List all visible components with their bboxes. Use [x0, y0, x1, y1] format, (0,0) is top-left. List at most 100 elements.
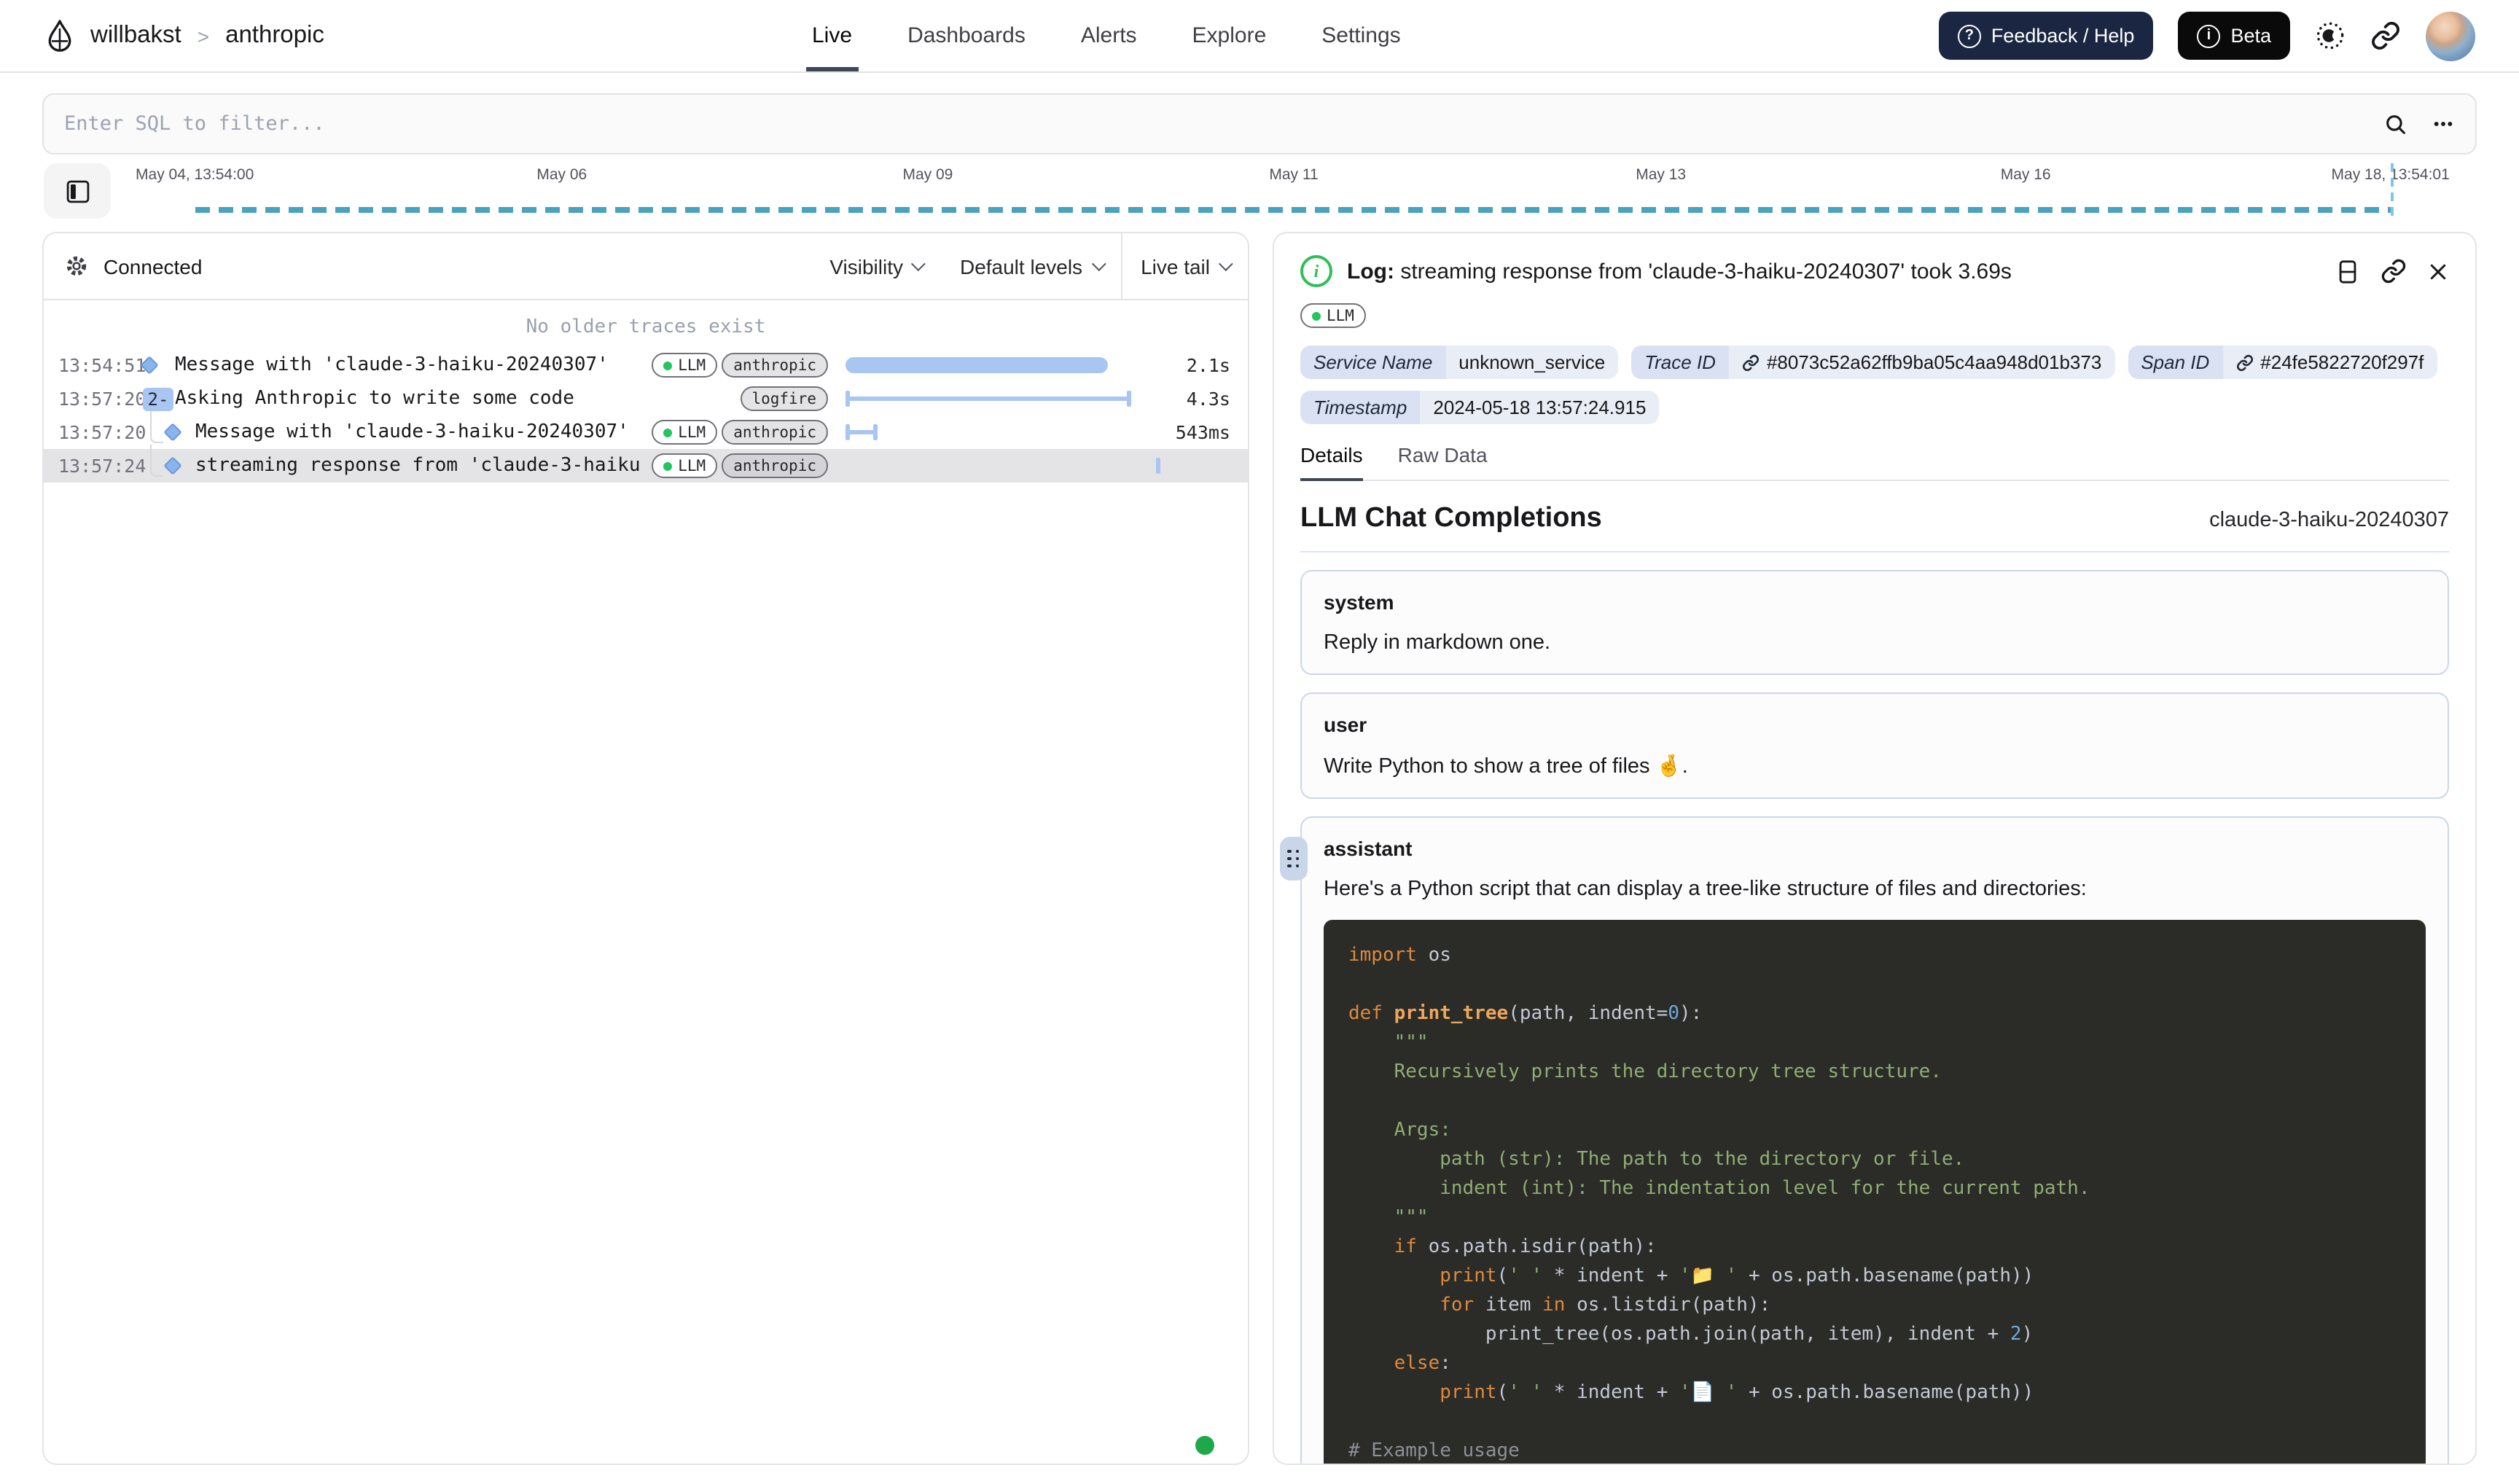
detail-kind: Log: [1347, 259, 1394, 284]
copy-link-icon[interactable] [2381, 258, 2407, 284]
more-options-icon[interactable] [2432, 112, 2455, 136]
feedback-help-button[interactable]: ? Feedback / Help [1939, 12, 2154, 60]
user-avatar[interactable] [2426, 11, 2475, 60]
tag-anthropic: anthropic [722, 353, 828, 378]
model-name: claude-3-haiku-20240307 [2209, 509, 2449, 532]
code-token: print_tree(os.path.join(path, item), ind… [1348, 1324, 2010, 1346]
timeline-tick: May 16 [2001, 166, 2051, 184]
code-token: 2 [2010, 1324, 2022, 1346]
trace-row[interactable]: 13:54:51Message with 'claude-3-haiku-202… [44, 348, 1248, 382]
visibility-dropdown[interactable]: Visibility [811, 233, 941, 299]
tab-settings[interactable]: Settings [1321, 0, 1400, 71]
sidebar-toggle-button[interactable] [44, 163, 111, 219]
breadcrumb-project[interactable]: anthropic [225, 22, 324, 50]
span-diamond-icon [163, 423, 181, 441]
code-token: ): [1679, 1003, 1702, 1025]
code-token: * indent + [1542, 1382, 1679, 1404]
timeline-tick: May 13 [1636, 166, 1686, 184]
tab-alerts[interactable]: Alerts [1081, 0, 1137, 71]
timeline-tick-label: May 16 [2001, 166, 2051, 184]
span-diamond-icon [140, 356, 158, 374]
code-token: '📁 ' [1679, 1265, 1737, 1287]
code-token: import [1348, 945, 1417, 966]
meta-chip-value[interactable]: #24fe5822720f297f [2222, 345, 2437, 379]
code-token: print_tree [1394, 1003, 1509, 1025]
code-token: + os.path.basename(path)) [1737, 1265, 2034, 1287]
question-icon: ? [1958, 24, 1981, 47]
code-token: 0 [1668, 1003, 1679, 1025]
collapse-toggle[interactable]: 2- [143, 387, 173, 410]
llm-dot-icon [1312, 311, 1321, 320]
info-icon: i [2197, 24, 2220, 47]
duration-bar [845, 430, 878, 434]
feedback-help-label: Feedback / Help [1991, 25, 2135, 47]
share-link-icon[interactable] [2370, 20, 2401, 51]
code-token [1348, 1236, 1394, 1258]
detail-tab-details[interactable]: Details [1300, 443, 1363, 480]
meta-chip-trace-id: Trace ID#8073c52a62ffb9ba05c4aa948d01b37… [1631, 345, 2114, 379]
live-tail-dropdown[interactable]: Live tail [1122, 233, 1248, 299]
detail-panel: i Log: streaming response from 'claude-3… [1273, 232, 2477, 1465]
section-title: LLM Chat Completions [1300, 503, 1602, 535]
sql-filter-input[interactable] [64, 112, 2383, 136]
tab-dashboards[interactable]: Dashboards [907, 0, 1026, 71]
code-token: def [1348, 1003, 1383, 1025]
tag-anthropic: anthropic [722, 453, 828, 478]
code-token: : [1440, 1353, 1451, 1375]
duration-bar [1157, 458, 1161, 474]
trace-timestamp: 13:57:20 [44, 421, 137, 443]
link-icon [1742, 354, 1760, 371]
chevron-down-icon [1219, 257, 1233, 271]
duration-bar-track [843, 382, 1166, 415]
logfire-logo-icon[interactable] [44, 18, 76, 53]
code-token: Recursively prints the directory tree st… [1348, 1061, 1942, 1083]
tab-live[interactable]: Live [812, 0, 852, 71]
nav-tabs: Live Dashboards Alerts Explore Settings [812, 0, 1401, 71]
trace-row[interactable]: 13:57:202-Asking Anthropic to write some… [44, 382, 1248, 415]
trace-row[interactable]: 13:57:24streaming response from 'claude-… [44, 449, 1248, 483]
detail-tab-raw-data[interactable]: Raw Data [1398, 443, 1488, 480]
code-token [1383, 1003, 1394, 1025]
code-token: if [1394, 1236, 1417, 1258]
message-card-user: user Write Python to show a tree of files… [1300, 692, 2449, 799]
message-role: assistant [1324, 837, 2426, 860]
default-levels-dropdown[interactable]: Default levels [941, 233, 1120, 299]
chevron-down-icon [1091, 257, 1106, 271]
meta-chip-service-name: Service Nameunknown_service [1300, 345, 1618, 379]
meta-chip-value[interactable]: #8073c52a62ffb9ba05c4aa948d01b373 [1729, 345, 2114, 379]
trace-label: Message with 'claude-3-haiku-20240307' [175, 354, 643, 376]
detail-header: i Log: streaming response from 'claude-3… [1300, 255, 2449, 287]
search-icon[interactable] [2383, 112, 2408, 136]
code-token: ' ' [1508, 1382, 1542, 1404]
timeline-cursor[interactable] [2391, 163, 2394, 216]
beta-button[interactable]: i Beta [2178, 12, 2290, 60]
duration-bar-track [843, 449, 1166, 483]
timeline-track[interactable]: May 04, 13:54:00May 06May 09May 11May 13… [146, 160, 2477, 219]
llm-dot-icon [663, 361, 672, 370]
message-text: Write Python to show a tree of files 🤞. [1324, 754, 2426, 778]
tag-logfire: logfire [740, 386, 828, 411]
logfire-app: willbakst > anthropic Live Dashboards Aler… [0, 0, 2519, 1484]
code-line: # Example usage [1348, 1437, 2401, 1465]
meta-chip-span-id: Span ID#24fe5822720f297f [2128, 345, 2437, 379]
code-line: Recursively prints the directory tree st… [1348, 1058, 2401, 1087]
meta-chip-label: Service Name [1300, 345, 1445, 379]
breadcrumb-org[interactable]: willbakst [90, 22, 181, 50]
panel-resize-handle[interactable] [1280, 837, 1308, 880]
detail-tabs: Details Raw Data [1300, 443, 2449, 481]
trace-row[interactable]: 13:57:20Message with 'claude-3-haiku-202… [44, 415, 1248, 449]
theme-toggle-icon[interactable] [2315, 20, 2346, 51]
duration-bar-track [843, 415, 1166, 449]
tab-explore[interactable]: Explore [1192, 0, 1267, 71]
code-line: indent (int): The indentation level for … [1348, 1175, 2401, 1204]
message-role: user [1324, 713, 2426, 736]
code-block[interactable]: import os def print_tree(path, indent=0)… [1324, 920, 2426, 1465]
nav-actions: ? Feedback / Help i Beta [1939, 11, 2475, 60]
breadcrumb-separator: > [198, 24, 209, 47]
trace-tags: LLManthropic [652, 420, 828, 445]
code-token: + os.path.basename(path)) [1737, 1382, 2034, 1404]
settings-gear-icon[interactable] [64, 254, 89, 278]
code-line [1348, 971, 2401, 1000]
close-icon[interactable] [2427, 260, 2449, 282]
reader-mode-icon[interactable] [2335, 257, 2360, 285]
